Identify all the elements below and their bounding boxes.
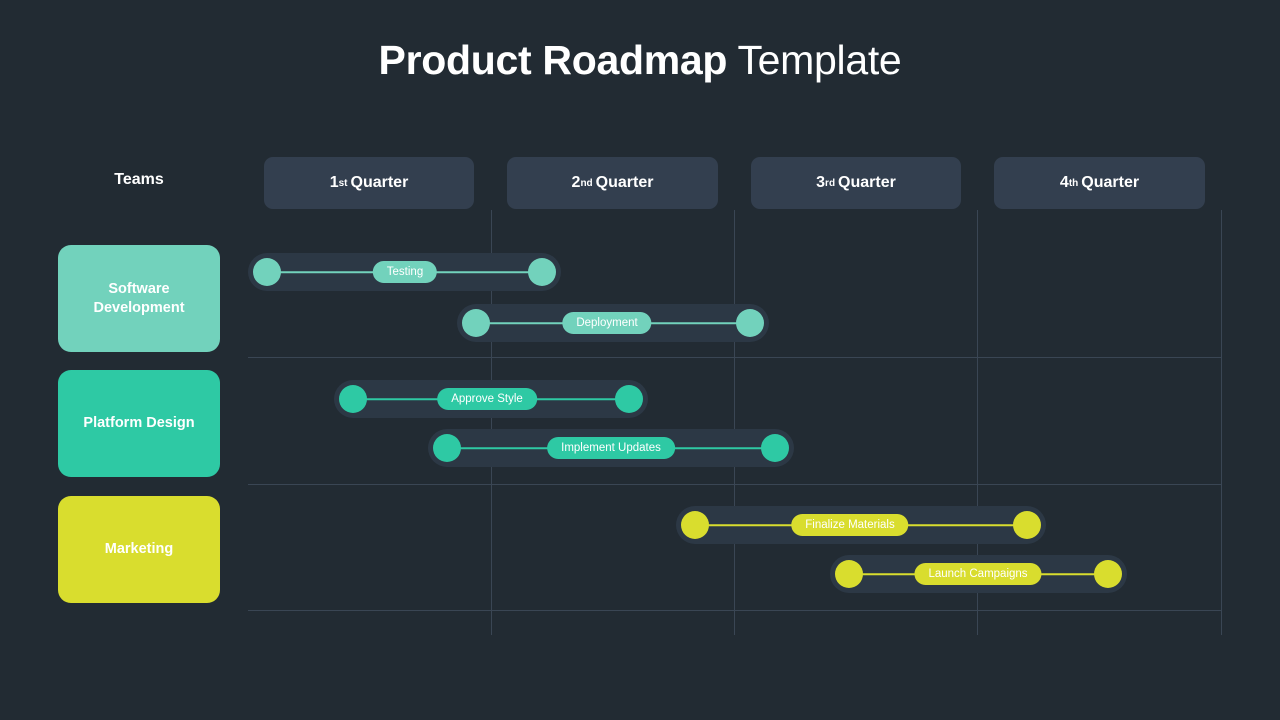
team-card-label: Marketing [104,541,174,557]
task-end-milestone-dot[interactable] [1094,560,1122,588]
task-start-milestone-dot[interactable] [462,309,490,337]
task-bar[interactable]: Testing [248,253,561,291]
task-bar[interactable]: Implement Updates [428,429,794,467]
quarter-ordinal-suffix: th [1068,177,1079,189]
quarter-ordinal-suffix: st [338,177,348,189]
task-start-milestone-dot[interactable] [253,258,281,286]
quarter-word: Quarter [595,174,654,191]
task-label-pill[interactable]: Finalize Materials [791,514,909,536]
grid-line-horizontal [248,357,1221,358]
quarter-number: 3 [816,174,826,191]
page-title-bold: Product Roadmap [378,37,728,83]
quarter-header[interactable]: 2nd Quarter [507,157,718,209]
task-bar[interactable]: Finalize Materials [676,506,1046,544]
team-card-label: Software Development [93,280,185,316]
quarter-number: 2 [571,174,581,191]
quarter-header[interactable]: 1st Quarter [264,157,474,209]
quarter-ordinal-suffix: nd [580,177,593,189]
task-end-milestone-dot[interactable] [1013,511,1041,539]
quarter-number: 4 [1059,174,1069,191]
task-end-milestone-dot[interactable] [761,434,789,462]
quarter-header[interactable]: 3rd Quarter [751,157,961,209]
page-title: Product Roadmap Template [0,34,1280,86]
task-label-pill[interactable]: Implement Updates [547,437,675,459]
page-title-light: Template [727,37,902,83]
grid-line-vertical [1221,210,1222,635]
quarter-header[interactable]: 4th Quarter [994,157,1205,209]
quarter-ordinal-suffix: rd [825,177,836,189]
quarter-number: 1 [329,174,339,191]
task-start-milestone-dot[interactable] [681,511,709,539]
team-card[interactable]: Marketing [58,496,220,603]
task-end-milestone-dot[interactable] [528,258,556,286]
grid-line-horizontal [248,484,1221,485]
task-start-milestone-dot[interactable] [835,560,863,588]
task-bar[interactable]: Launch Campaigns [830,555,1127,593]
task-label-pill[interactable]: Launch Campaigns [914,563,1042,585]
quarter-word: Quarter [838,174,896,191]
quarter-word: Quarter [350,174,409,191]
grid-line-vertical [734,210,735,635]
team-card[interactable]: Software Development [58,245,220,352]
task-label-pill[interactable]: Deployment [562,312,652,334]
task-start-milestone-dot[interactable] [339,385,367,413]
quarter-word: Quarter [1081,174,1140,191]
roadmap-slide: Product Roadmap Template Teams Software … [0,0,1280,720]
task-label-pill[interactable]: Testing [372,261,438,283]
task-end-milestone-dot[interactable] [736,309,764,337]
task-label-pill[interactable]: Approve Style [437,388,537,410]
grid-line-horizontal [248,610,1221,611]
task-bar[interactable]: Deployment [457,304,769,342]
teams-column-heading: Teams [114,171,164,188]
task-bar[interactable]: Approve Style [334,380,648,418]
task-start-milestone-dot[interactable] [433,434,461,462]
task-end-milestone-dot[interactable] [615,385,643,413]
team-card-label: Platform Design [83,415,195,431]
team-card[interactable]: Platform Design [58,370,220,477]
